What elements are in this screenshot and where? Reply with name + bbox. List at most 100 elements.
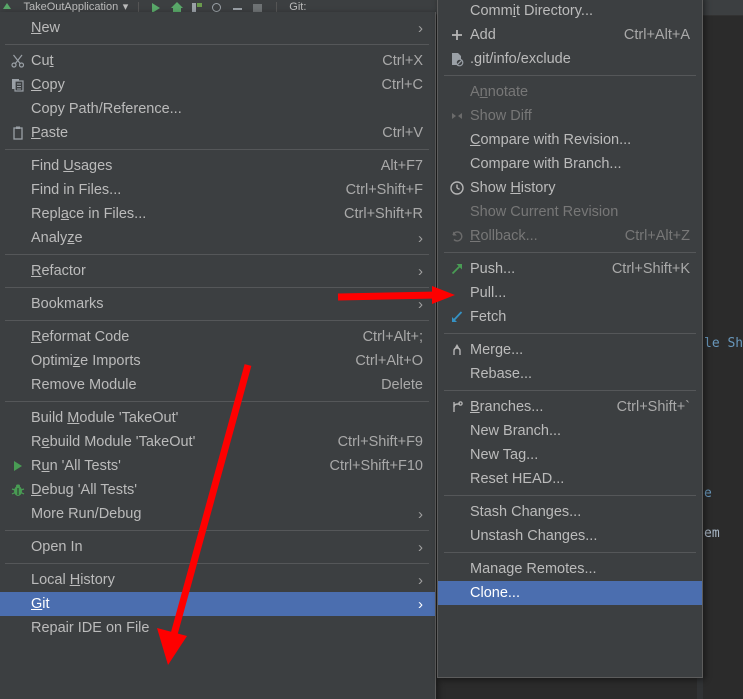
menu-item-cut[interactable]: Cut Ctrl+X xyxy=(0,49,435,73)
merge-icon xyxy=(446,340,468,360)
git-item-show-history[interactable]: Show History xyxy=(438,176,702,200)
blank-icon xyxy=(7,537,29,557)
menu-item-accelerator: Ctrl+V xyxy=(382,125,423,141)
menu-item-label: Copy Path/Reference... xyxy=(31,101,182,117)
blank-icon xyxy=(7,570,29,590)
menu-separator xyxy=(444,552,696,553)
git-item-push[interactable]: Push... Ctrl+Shift+K xyxy=(438,257,702,281)
menu-item-reformat-code[interactable]: Reformat Code Ctrl+Alt+; xyxy=(0,325,435,349)
menu-item-label: Optimize Imports xyxy=(31,353,141,369)
menu-item-label: Annotate xyxy=(470,84,529,100)
menu-item-debug-all-tests[interactable]: Debug 'All Tests' xyxy=(0,478,435,502)
git-item-show-current-revision: Show Current Revision xyxy=(438,200,702,224)
menu-item-label: Local History xyxy=(31,572,115,588)
menu-item-label: Copy xyxy=(31,77,65,93)
menu-item-run-all-tests[interactable]: Run 'All Tests' Ctrl+Shift+F10 xyxy=(0,454,435,478)
menu-item-copy-path[interactable]: Copy Path/Reference... xyxy=(0,97,435,121)
git-item-new-tag[interactable]: New Tag... xyxy=(438,443,702,467)
menu-item-replace-in-files[interactable]: Replace in Files... Ctrl+Shift+R xyxy=(0,202,435,226)
git-item-show-diff: Show Diff xyxy=(438,104,702,128)
fetch-arrow-icon xyxy=(446,307,468,327)
menu-item-git[interactable]: Git › xyxy=(0,592,435,616)
git-item-annotate: Annotate xyxy=(438,80,702,104)
menu-item-accelerator: Ctrl+Shift+F xyxy=(345,182,423,198)
git-item-rollback: Rollback... Ctrl+Alt+Z xyxy=(438,224,702,248)
menu-item-label: Merge... xyxy=(470,342,524,358)
menu-item-open-in[interactable]: Open In › xyxy=(0,535,435,559)
git-item-reset-head[interactable]: Reset HEAD... xyxy=(438,467,702,491)
menu-item-rebuild-module[interactable]: Rebuild Module 'TakeOut' Ctrl+Shift+F9 xyxy=(0,430,435,454)
git-item-stash-changes[interactable]: Stash Changes... xyxy=(438,500,702,524)
menu-item-label: Git xyxy=(31,596,50,612)
menu-item-label: Open In xyxy=(31,539,83,555)
plus-icon xyxy=(446,25,468,45)
git-item-compare-with-revision[interactable]: Compare with Revision... xyxy=(438,128,702,152)
menu-item-accelerator: Delete xyxy=(381,377,423,393)
menu-separator xyxy=(5,287,429,288)
chevron-right-icon: › xyxy=(418,505,423,523)
chevron-right-icon: › xyxy=(418,19,423,37)
git-item-rebase[interactable]: Rebase... xyxy=(438,362,702,386)
menu-item-accelerator: Ctrl+Alt+Z xyxy=(624,228,690,244)
menu-item-label: Commit Directory... xyxy=(470,3,594,19)
menu-item-optimize-imports[interactable]: Optimize Imports Ctrl+Alt+O xyxy=(0,349,435,373)
menu-item-label: New Branch... xyxy=(470,423,562,439)
git-item-pull[interactable]: Pull... xyxy=(438,281,702,305)
blank-icon xyxy=(446,583,468,603)
menu-separator xyxy=(5,530,429,531)
menu-item-label: Show Current Revision xyxy=(470,204,619,220)
blank-icon xyxy=(446,364,468,384)
menu-item-new[interactable]: New › xyxy=(0,16,435,40)
git-item-fetch[interactable]: Fetch xyxy=(438,305,702,329)
git-submenu[interactable]: Commit Directory... Add Ctrl+Alt+A .git/… xyxy=(437,0,703,678)
blank-icon xyxy=(7,504,29,524)
clock-icon xyxy=(446,178,468,198)
git-item-branches[interactable]: Branches... Ctrl+Shift+` xyxy=(438,395,702,419)
menu-item-remove-module[interactable]: Remove Module Delete xyxy=(0,373,435,397)
menu-item-label: Pull... xyxy=(470,285,507,301)
git-item-compare-with-branch[interactable]: Compare with Branch... xyxy=(438,152,702,176)
menu-item-label: New Tag... xyxy=(470,447,539,463)
menu-item-repair-ide-on-file[interactable]: Repair IDE on File xyxy=(0,616,435,640)
menu-item-label: Reset HEAD... xyxy=(470,471,565,487)
menu-item-label: Rollback... xyxy=(470,228,538,244)
menu-item-label: Run 'All Tests' xyxy=(31,458,121,474)
menu-item-label: Push... xyxy=(470,261,516,277)
git-item-unstash-changes[interactable]: Unstash Changes... xyxy=(438,524,702,548)
git-item-merge[interactable]: Merge... xyxy=(438,338,702,362)
chevron-right-icon: › xyxy=(418,595,423,613)
menu-item-label: New xyxy=(31,20,61,36)
blank-icon xyxy=(446,445,468,465)
menu-item-label: Unstash Changes... xyxy=(470,528,598,544)
menu-item-label: Build Module 'TakeOut' xyxy=(31,410,179,426)
ide-screen: TakeOutApplication ▾ Git: le Sh e em New… xyxy=(0,0,743,699)
editor-tab-strip xyxy=(703,0,743,16)
menu-item-local-history[interactable]: Local History › xyxy=(0,568,435,592)
git-item-clone[interactable]: Clone... xyxy=(438,581,702,605)
menu-item-bookmarks[interactable]: Bookmarks › xyxy=(0,292,435,316)
chevron-right-icon: › xyxy=(418,229,423,247)
blank-icon xyxy=(7,432,29,452)
menu-item-label: Add xyxy=(470,27,496,43)
git-item-commit-directory[interactable]: Commit Directory... xyxy=(438,0,702,23)
project-context-menu[interactable]: New › Cut Ctrl+X Copy Ctrl+C Copy Path/R… xyxy=(0,12,436,699)
rollback-icon xyxy=(446,226,468,246)
menu-item-find-in-files[interactable]: Find in Files... Ctrl+Shift+F xyxy=(0,178,435,202)
menu-item-label: Rebase... xyxy=(470,366,533,382)
menu-item-label: Find in Files... xyxy=(31,182,122,198)
git-item-gitignore-exclude[interactable]: .git/info/exclude xyxy=(438,47,702,71)
menu-item-label: Replace in Files... xyxy=(31,206,147,222)
menu-item-build-module[interactable]: Build Module 'TakeOut' xyxy=(0,406,435,430)
git-item-manage-remotes[interactable]: Manage Remotes... xyxy=(438,557,702,581)
menu-item-find-usages[interactable]: Find Usages Alt+F7 xyxy=(0,154,435,178)
menu-item-label: Find Usages xyxy=(31,158,113,174)
menu-item-refactor[interactable]: Refactor › xyxy=(0,259,435,283)
menu-item-analyze[interactable]: Analyze › xyxy=(0,226,435,250)
git-item-add[interactable]: Add Ctrl+Alt+A xyxy=(438,23,702,47)
menu-item-copy[interactable]: Copy Ctrl+C xyxy=(0,73,435,97)
git-item-new-branch[interactable]: New Branch... xyxy=(438,419,702,443)
menu-item-more-run-debug[interactable]: More Run/Debug › xyxy=(0,502,435,526)
menu-item-paste[interactable]: Paste Ctrl+V xyxy=(0,121,435,145)
menu-item-label: Rebuild Module 'TakeOut' xyxy=(31,434,196,450)
blank-icon xyxy=(7,618,29,638)
